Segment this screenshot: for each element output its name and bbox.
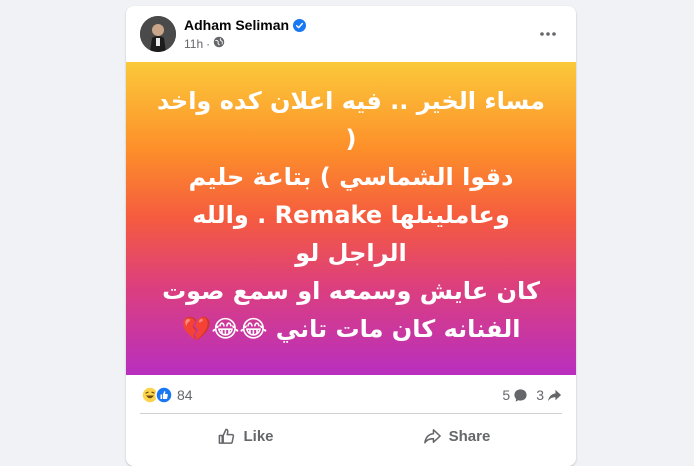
author-row: Adham Seliman [184, 17, 307, 33]
share-stat[interactable]: 3 [536, 387, 562, 403]
share-action-icon [423, 428, 441, 443]
share-button[interactable]: Share [351, 416, 562, 456]
post-text: مساء الخير .. فيه اعلان كده واخد ( دقوا … [151, 82, 551, 348]
post-background: مساء الخير .. فيه اعلان كده واخد ( دقوا … [126, 62, 576, 375]
avatar[interactable] [140, 16, 176, 52]
post-text-line: الفنانه كان مات تاني 😂😂💔 [181, 314, 521, 343]
more-options-icon[interactable] [534, 20, 562, 48]
comment-icon [514, 388, 527, 402]
post-header: Adham Seliman 11h · [126, 6, 576, 62]
post-text-line: وعاملينلها Remake . والله الراجل لو [192, 200, 510, 267]
comment-count: 5 [502, 387, 511, 403]
share-label: Share [448, 427, 491, 445]
post-text-line: مساء الخير .. فيه اعلان كده واخد ( [157, 86, 545, 153]
like-reaction-icon [155, 386, 173, 404]
share-icon [547, 389, 562, 401]
like-button[interactable]: Like [140, 416, 351, 456]
author-name[interactable]: Adham Seliman [184, 17, 289, 33]
reaction-count[interactable]: 84 [177, 387, 193, 403]
share-count: 3 [536, 387, 544, 403]
avatar-image [140, 16, 176, 52]
verified-badge-icon [293, 18, 307, 32]
comment-stat[interactable]: 5 [502, 387, 528, 403]
post-text-line: كان عايش وسمعه او سمع صوت [162, 276, 540, 305]
meta-separator: · [206, 36, 211, 51]
like-icon [219, 428, 235, 444]
post-time[interactable]: 11h [184, 37, 203, 51]
reaction-icons[interactable] [141, 386, 173, 404]
post-meta: 11h · [184, 36, 225, 51]
post-text-line: دقوا الشماسي ) بتاعة حليم [188, 162, 514, 191]
reactions-bar: 84 5 3 [126, 375, 576, 413]
engagement-stats: 5 3 [502, 387, 562, 403]
post-actions: Like Share [140, 416, 562, 456]
like-label: Like [243, 427, 274, 445]
globe-icon[interactable] [213, 36, 225, 51]
post-card: Adham Seliman 11h · مساء الخير .. فيه اع… [126, 6, 576, 466]
divider [140, 413, 562, 414]
